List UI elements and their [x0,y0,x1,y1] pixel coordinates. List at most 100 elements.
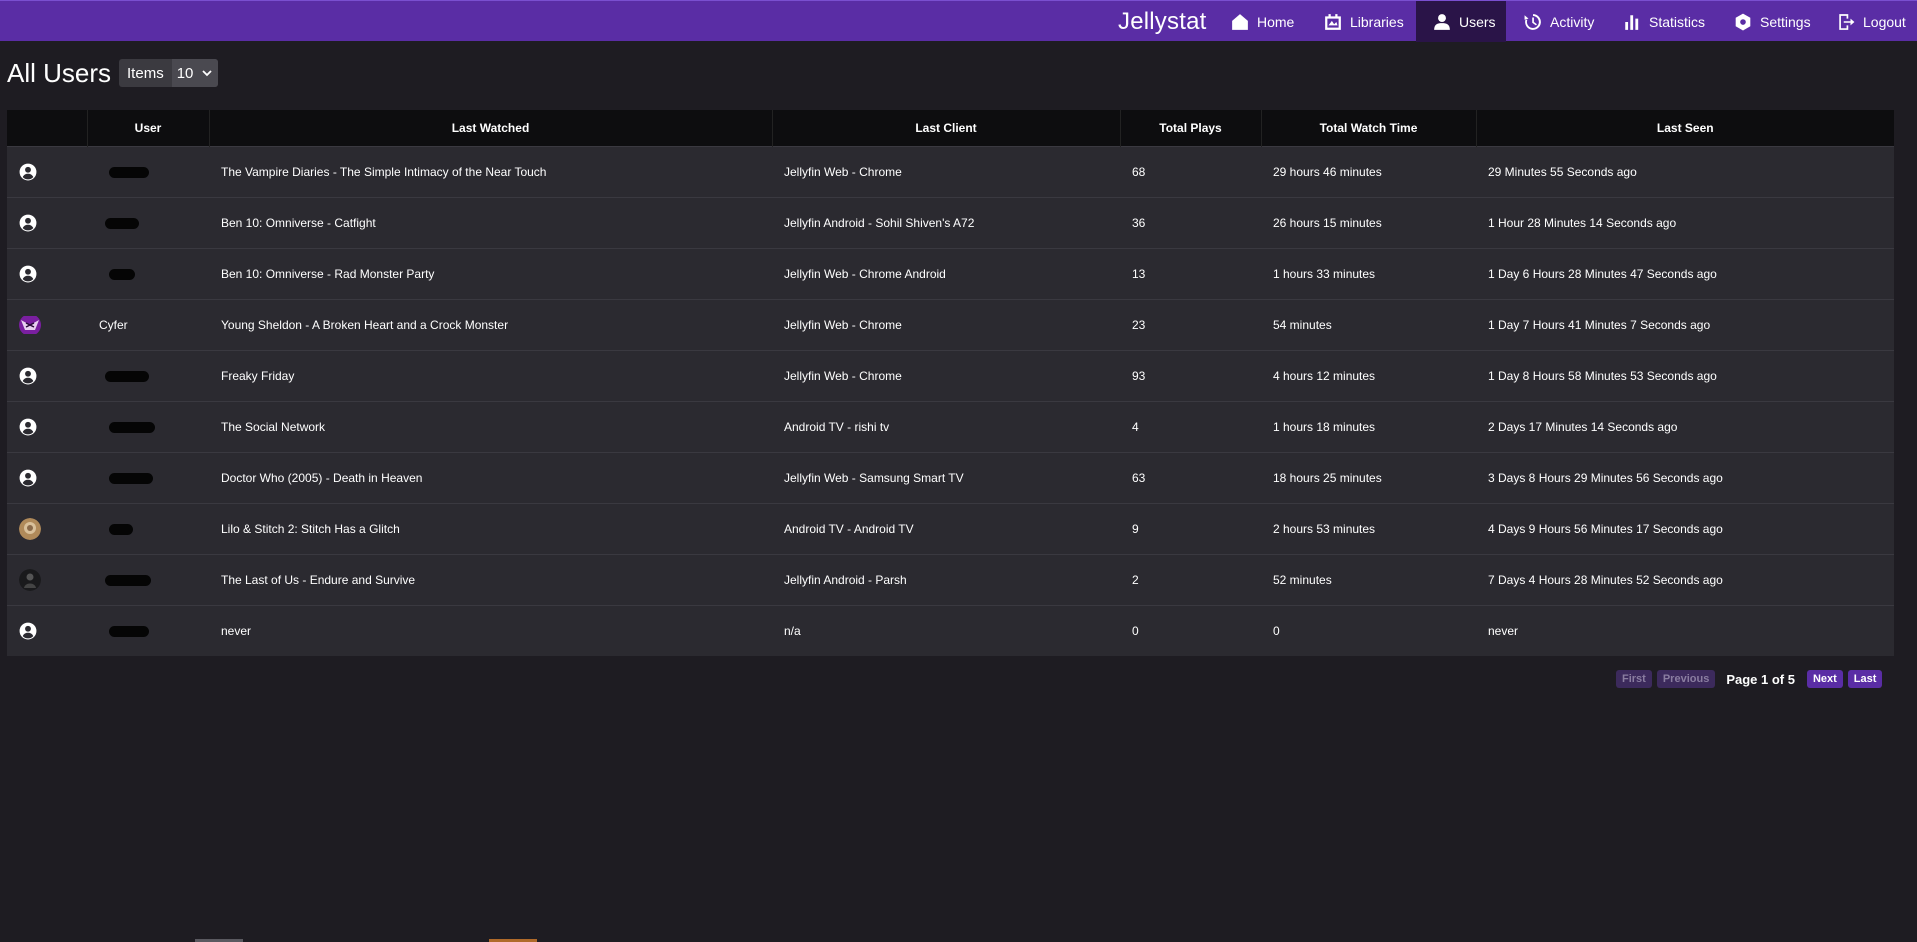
nav-settings[interactable]: Settings [1725,1,1825,42]
nav-statistics-label: Statistics [1649,13,1706,30]
total-plays-cell: 23 [1120,299,1261,351]
column-header-total-plays[interactable]: Total Plays [1120,110,1262,147]
user-name-cell[interactable] [87,503,209,555]
last-client-cell: Jellyfin Web - Chrome [772,146,1120,198]
column-header-total-watch-time[interactable]: Total Watch Time [1261,110,1477,147]
table-row[interactable]: Lilo & Stitch 2: Stitch Has a Glitch Andr… [7,503,1894,555]
nav-libraries[interactable]: Libraries [1318,1,1415,42]
user-name-cell[interactable] [87,452,209,504]
last-seen-cell: 1 Hour 28 Minutes 14 Seconds ago [1476,197,1894,249]
table-row[interactable]: Ben 10: Omniverse - Rad Monster Party Jel… [7,248,1894,300]
last-page-button[interactable]: Last [1847,670,1883,688]
total-plays-cell: 4 [1120,401,1261,453]
user-avatar-cell [7,350,87,402]
nav-home[interactable]: Home [1225,1,1318,42]
user-name[interactable]: Cyfer [99,318,128,332]
total-plays-cell: 0 [1120,605,1261,656]
user-name-cell[interactable] [87,248,209,300]
user-circle-icon [19,163,37,181]
redacted-username [109,473,153,485]
user-avatar-cell [7,197,87,249]
last-seen-cell: 4 Days 9 Hours 56 Minutes 17 Seconds ago [1476,503,1894,555]
nav-activity[interactable]: Activity [1515,1,1615,42]
user-name-cell[interactable] [87,350,209,402]
redacted-username [109,269,135,281]
user-name-cell[interactable] [87,605,209,656]
last-client-cell: n/a [772,605,1120,656]
table-row[interactable]: Doctor Who (2005) - Death in Heaven Jelly… [7,452,1894,504]
column-header-last-seen[interactable]: Last Seen [1476,110,1894,147]
home-icon [1232,13,1248,30]
column-header-last-watched[interactable]: Last Watched [209,110,773,147]
user-avatar-cell [7,146,87,198]
total-plays-cell: 9 [1120,503,1261,555]
last-watched-cell: Ben 10: Omniverse - Catfight [209,197,772,249]
user-name-cell[interactable] [87,401,209,453]
items-label: Items [127,64,164,82]
previous-page-button[interactable]: Previous [1656,670,1716,688]
nav-logout[interactable]: Logout [1831,1,1917,42]
user-name-cell[interactable] [87,197,209,249]
last-watched-cell: Freaky Friday [209,350,772,402]
user-name-cell[interactable] [87,146,209,198]
total-watch-time-cell: 4 hours 12 minutes [1261,350,1476,402]
last-client-cell: Jellyfin Android - Sohil Shiven's A72 [772,197,1120,249]
user-circle-icon [19,367,37,385]
user-avatar-cell [7,299,87,351]
user-circle-icon [19,469,37,487]
nav-logout-label: Logout [1863,13,1906,30]
last-client-cell: Jellyfin Android - Parsh [772,554,1120,606]
nav-users[interactable]: Users [1416,1,1506,42]
column-header-user[interactable]: User [87,110,210,147]
last-seen-cell: 1 Day 8 Hours 58 Minutes 53 Seconds ago [1476,350,1894,402]
nav-activity-label: Activity [1550,13,1595,30]
users-table-container: User Last Watched Last Client Total Play… [7,110,1894,656]
last-client-cell: Jellyfin Web - Samsung Smart TV [772,452,1120,504]
user-avatar-cell [7,401,87,453]
last-seen-cell: 7 Days 4 Hours 28 Minutes 52 Seconds ago [1476,554,1894,606]
table-row[interactable]: The Vampire Diaries - The Simple Intimac… [7,146,1894,198]
nav-statistics[interactable]: Statistics [1617,1,1725,42]
nav-settings-label: Settings [1760,13,1811,30]
next-page-button[interactable]: Next [1806,670,1843,688]
total-watch-time-cell: 29 hours 46 minutes [1261,146,1476,198]
logout-icon [1839,13,1855,30]
table-body: The Vampire Diaries - The Simple Intimac… [7,146,1894,656]
last-seen-cell: 1 Day 7 Hours 41 Minutes 7 Seconds ago [1476,299,1894,351]
last-seen-cell: 29 Minutes 55 Seconds ago [1476,146,1894,198]
redacted-username [105,575,151,587]
page-indicator: Page 1 of 5 [1726,671,1795,687]
items-per-page-control: Items 10 [119,59,219,87]
user-name-cell[interactable]: Cyfer [87,299,209,351]
table-row[interactable]: never n/a 0 0 never [7,605,1894,656]
items-per-page-select[interactable]: 10 [171,59,219,87]
last-watched-cell: never [209,605,772,656]
user-circle-icon [19,214,37,232]
table-row[interactable]: Ben 10: Omniverse - Catfight Jellyfin And… [7,197,1894,249]
last-watched-cell: The Social Network [209,401,772,453]
user-avatar-cell [7,605,87,656]
last-seen-cell: 3 Days 8 Hours 29 Minutes 56 Seconds ago [1476,452,1894,504]
table-row[interactable]: Cyfer Young Sheldon - A Broken Heart and … [7,299,1894,351]
user-name-cell[interactable] [87,554,209,606]
last-seen-cell: 2 Days 17 Minutes 14 Seconds ago [1476,401,1894,453]
total-watch-time-cell: 0 [1261,605,1476,656]
last-watched-cell: The Last of Us - Endure and Survive [209,554,772,606]
libraries-icon [1325,13,1341,30]
total-plays-cell: 2 [1120,554,1261,606]
table-row[interactable]: The Social Network Android TV - rishi tv 4… [7,401,1894,453]
user-avatar-cell [7,248,87,300]
brand-logo[interactable]: Jellystat [1118,9,1207,35]
chevron-down-icon [202,70,213,77]
last-seen-cell: never [1476,605,1894,656]
user-circle-icon [19,622,37,640]
column-header-last-client[interactable]: Last Client [772,110,1121,147]
table-row[interactable]: Freaky Friday Jellyfin Web - Chrome 93 4 ho… [7,350,1894,402]
table-row[interactable]: The Last of Us - Endure and Survive Jelly… [7,554,1894,606]
user-avatar-image [19,569,41,591]
total-plays-cell: 68 [1120,146,1261,198]
page-title: All Users [7,57,112,88]
user-avatar-cell [7,452,87,504]
history-icon [1524,13,1541,30]
first-page-button[interactable]: First [1616,670,1652,688]
